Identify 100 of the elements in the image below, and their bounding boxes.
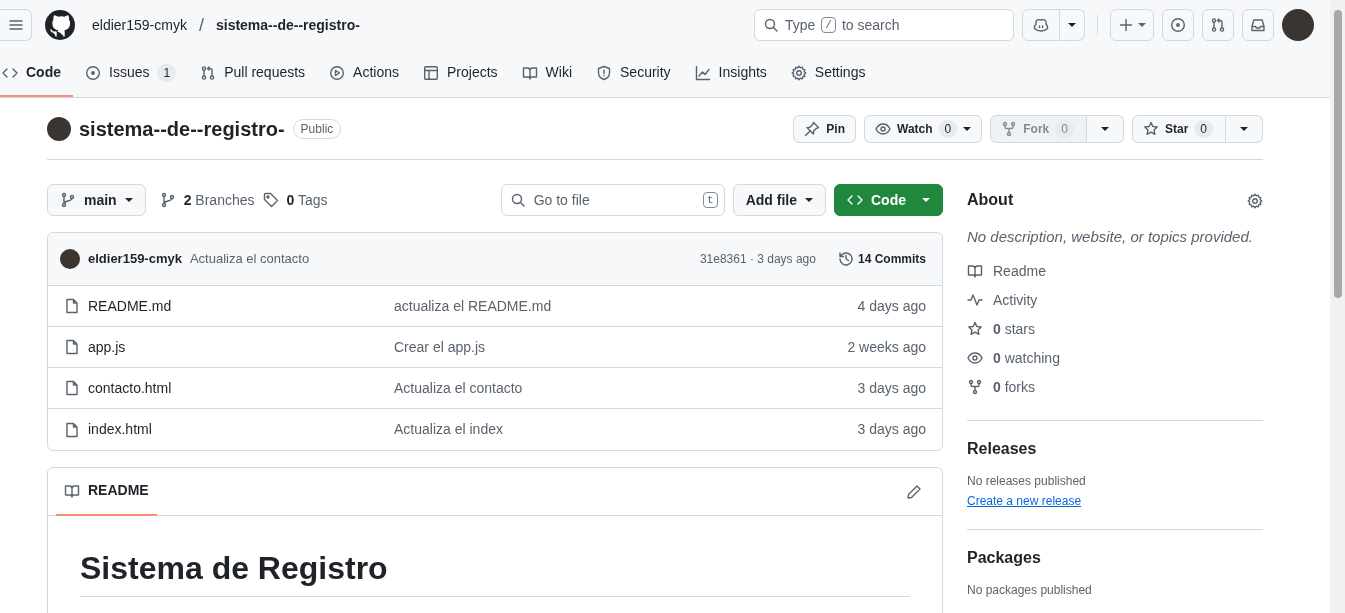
about-link[interactable]: Readme bbox=[993, 260, 1046, 282]
issues-button[interactable] bbox=[1162, 9, 1194, 41]
code-button[interactable]: Code bbox=[834, 184, 943, 216]
branches-link[interactable]: 2 Branches bbox=[183, 189, 255, 211]
star-icon bbox=[967, 321, 983, 337]
caret-icon bbox=[1100, 126, 1109, 131]
commits-link[interactable]: 14 Commits bbox=[837, 250, 926, 268]
shortcut-key: / bbox=[821, 17, 836, 33]
about-link[interactable]: Activity bbox=[993, 289, 1038, 311]
tag-icon bbox=[262, 192, 279, 208]
repo-tab[interactable]: Actions bbox=[317, 50, 411, 97]
book-icon bbox=[967, 263, 983, 279]
commit-time: 4 days ago bbox=[857, 297, 926, 314]
file-name[interactable]: README.md bbox=[88, 295, 172, 317]
avatar[interactable] bbox=[1282, 9, 1314, 41]
file-icon bbox=[64, 298, 80, 314]
repo-tab[interactable]: Pull requests bbox=[188, 50, 318, 97]
pull-request-icon bbox=[1210, 17, 1226, 33]
file-icon bbox=[64, 339, 80, 355]
repo-tab[interactable]: Insights bbox=[682, 50, 779, 97]
packages-text: No packages published bbox=[967, 581, 1093, 599]
caret-icon bbox=[1240, 126, 1248, 131]
about-link[interactable]: 0 stars bbox=[993, 318, 1036, 340]
commit-message-link[interactable]: Actualiza el contacto bbox=[394, 379, 523, 396]
go-to-file-field[interactable]: Go to file t bbox=[500, 184, 725, 216]
commit-author[interactable]: eldier159-cmyk bbox=[88, 249, 182, 269]
caret-icon bbox=[805, 198, 813, 202]
plus-icon bbox=[1118, 17, 1134, 33]
search-icon bbox=[509, 192, 526, 208]
author-avatar bbox=[60, 249, 80, 269]
search-placeholder: Type bbox=[785, 15, 816, 35]
commit-message-link[interactable]: Actualiza el index bbox=[394, 421, 503, 437]
scrollbar-track[interactable] bbox=[1330, 0, 1345, 613]
add-file-button[interactable]: Add file bbox=[732, 184, 826, 216]
inbox-icon bbox=[1250, 17, 1266, 33]
repo-tab[interactable]: Settings bbox=[778, 50, 878, 97]
count-badge: 0 bbox=[1055, 119, 1074, 138]
create-release-link[interactable]: Create a new release bbox=[967, 493, 1082, 508]
octocat-logo-icon[interactable] bbox=[44, 9, 76, 41]
branch-selector[interactable]: main bbox=[47, 184, 146, 216]
repo-tab[interactable]: Issues 1 bbox=[73, 50, 189, 97]
about-description: No description, website, or topics provided. bbox=[967, 227, 1254, 247]
inbox-button[interactable] bbox=[1242, 9, 1274, 41]
repo-name[interactable]: sistema--de--registro- bbox=[79, 113, 285, 144]
caret-icon bbox=[124, 198, 133, 202]
pull-request-icon bbox=[200, 64, 217, 81]
count-badge: 0 bbox=[938, 119, 958, 138]
repo-tab[interactable]: Security bbox=[584, 50, 683, 97]
releases-heading[interactable]: Releases bbox=[967, 438, 1263, 458]
repo-action-button[interactable]: Watch 0 bbox=[864, 114, 983, 143]
book-icon bbox=[521, 64, 538, 81]
branch-icon bbox=[60, 192, 76, 208]
repo-tab[interactable]: Wiki bbox=[509, 50, 585, 97]
table-icon bbox=[423, 64, 439, 81]
eye-icon bbox=[875, 120, 891, 137]
commit-message-link[interactable]: actualiza el README.md bbox=[394, 297, 552, 314]
count-badge: 0 bbox=[1194, 119, 1213, 138]
play-icon bbox=[329, 64, 346, 81]
fork-icon bbox=[967, 379, 983, 395]
pin-icon bbox=[804, 120, 821, 137]
packages-heading[interactable]: Packages bbox=[967, 547, 1263, 567]
caret-icon bbox=[922, 198, 930, 202]
settings-icon bbox=[790, 64, 807, 81]
branch-icon bbox=[159, 192, 176, 208]
menu-button[interactable] bbox=[0, 9, 32, 41]
shortcut-key: t bbox=[703, 192, 718, 208]
file-name[interactable]: app.js bbox=[88, 336, 126, 358]
star-icon bbox=[1142, 120, 1159, 137]
pencil-icon bbox=[906, 484, 922, 501]
repo-link[interactable]: sistema--de--registro- bbox=[215, 14, 360, 36]
pulse-icon bbox=[967, 292, 983, 308]
about-link[interactable]: 0 forks bbox=[993, 376, 1036, 398]
commit-message-link[interactable]: Crear el app.js bbox=[394, 338, 486, 355]
commit-time: 3 days ago bbox=[857, 379, 926, 396]
pull-requests-button[interactable] bbox=[1202, 9, 1234, 41]
create-new-button[interactable] bbox=[1110, 9, 1154, 41]
readme-tab[interactable]: README bbox=[56, 467, 157, 516]
search-field[interactable]: Type / to search bbox=[754, 9, 1014, 41]
book-icon bbox=[64, 482, 80, 499]
graph-icon bbox=[694, 64, 711, 81]
commit-message[interactable]: Actualiza el contacto bbox=[189, 249, 310, 269]
repo-tab[interactable]: Code bbox=[0, 50, 73, 97]
repo-action-button[interactable]: Star 0 bbox=[1131, 114, 1226, 143]
issue-icon bbox=[1170, 17, 1186, 33]
tags-link[interactable]: 0 Tags bbox=[286, 189, 328, 211]
repo-action-button[interactable]: Pin bbox=[793, 114, 856, 143]
commit-meta[interactable]: 31e8361 · 3 days ago bbox=[699, 250, 816, 268]
copilot-button[interactable] bbox=[1022, 9, 1060, 41]
search-placeholder: to search bbox=[841, 15, 900, 35]
about-link[interactable]: 0 watching bbox=[993, 347, 1060, 369]
copilot-menu-button[interactable] bbox=[1060, 9, 1085, 41]
scrollbar-thumb[interactable] bbox=[1333, 10, 1342, 298]
caret-icon bbox=[1138, 23, 1146, 27]
file-name[interactable]: contacto.html bbox=[88, 377, 172, 399]
readme-heading: Sistema de Registro bbox=[80, 548, 910, 597]
file-name[interactable]: index.html bbox=[88, 419, 152, 440]
caret-icon bbox=[1068, 23, 1076, 27]
issue-icon bbox=[85, 64, 101, 81]
owner-link[interactable]: eldier159-cmyk bbox=[92, 14, 187, 36]
repo-tab[interactable]: Projects bbox=[411, 50, 510, 97]
